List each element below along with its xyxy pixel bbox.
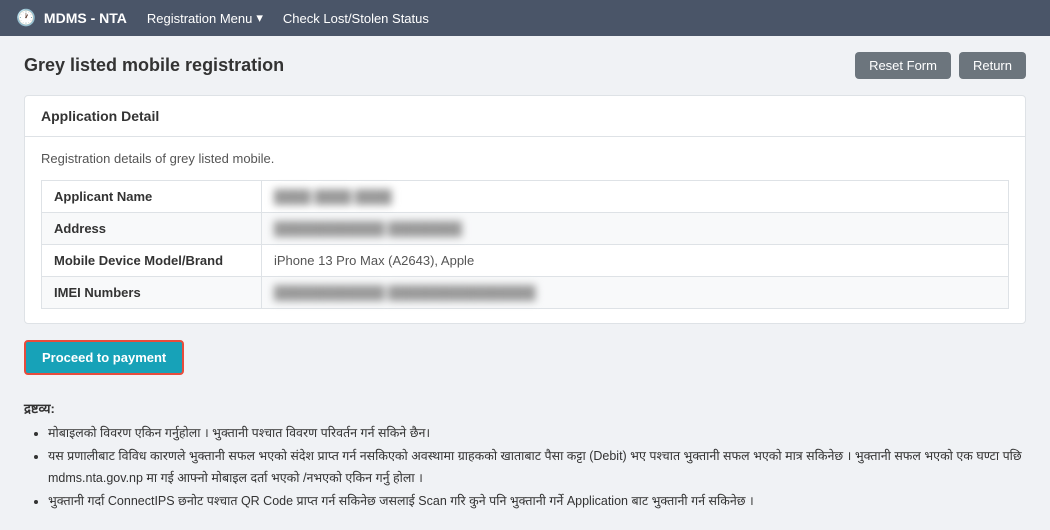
registration-menu[interactable]: Registration Menu ▾ <box>147 10 263 26</box>
card-body: Registration details of grey listed mobi… <box>25 137 1025 323</box>
field-value-0: ████ ████ ████ <box>262 181 1009 213</box>
application-detail-card: Application Detail Registration details … <box>24 95 1026 324</box>
notes-title: द्रष्टव्य: <box>24 399 1026 417</box>
note-item-0: मोबाइलको विवरण एकिन गर्नुहोला । भुक्तानी… <box>48 423 1026 444</box>
field-label-3: IMEI Numbers <box>42 277 262 309</box>
notes-section: द्रष्टव्य: मोबाइलको विवरण एकिन गर्नुहोला… <box>24 399 1026 512</box>
clock-icon: 🕐 <box>16 8 36 28</box>
field-value-1: ████████████ ████████ <box>262 213 1009 245</box>
field-label-2: Mobile Device Model/Brand <box>42 245 262 277</box>
return-button[interactable]: Return <box>959 52 1026 79</box>
navbar: 🕐 MDMS - NTA Registration Menu ▾ Check L… <box>0 0 1050 36</box>
page-header: Grey listed mobile registration Reset Fo… <box>24 52 1026 79</box>
chevron-down-icon: ▾ <box>256 10 263 26</box>
main-content: Grey listed mobile registration Reset Fo… <box>0 36 1050 530</box>
field-value-3: ████████████ ████████████████ <box>262 277 1009 309</box>
reset-form-button[interactable]: Reset Form <box>855 52 951 79</box>
card-header: Application Detail <box>25 96 1025 137</box>
field-label-0: Applicant Name <box>42 181 262 213</box>
brand: 🕐 MDMS - NTA <box>16 8 127 28</box>
notes-list: मोबाइलको विवरण एकिन गर्नुहोला । भुक्तानी… <box>24 423 1026 512</box>
note-item-2: भुक्तानी गर्दा ConnectIPS छनोट पश्चात QR… <box>48 491 1026 512</box>
check-lost-stolen-link[interactable]: Check Lost/Stolen Status <box>283 11 429 26</box>
brand-name: MDMS - NTA <box>44 10 127 26</box>
header-buttons: Reset Form Return <box>855 52 1026 79</box>
note-item-1: यस प्रणालीबाट विविध कारणले भुक्तानी सफल … <box>48 446 1026 489</box>
field-label-1: Address <box>42 213 262 245</box>
page-title: Grey listed mobile registration <box>24 55 284 76</box>
card-description: Registration details of grey listed mobi… <box>41 151 1009 166</box>
field-value-2: iPhone 13 Pro Max (A2643), Apple <box>262 245 1009 277</box>
detail-table: Applicant Name████ ████ ████Address█████… <box>41 180 1009 309</box>
proceed-to-payment-button[interactable]: Proceed to payment <box>24 340 184 375</box>
